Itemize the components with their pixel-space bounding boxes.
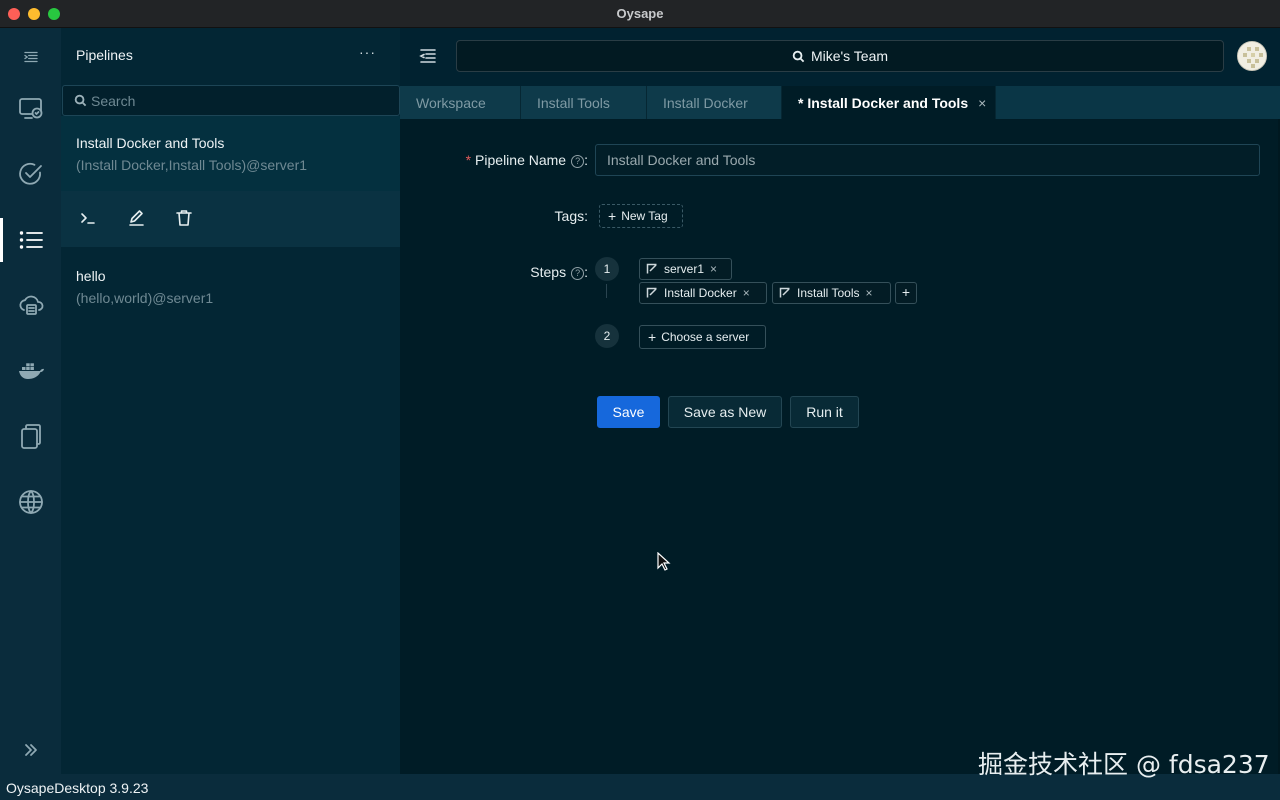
top-bar: Mike's Team bbox=[400, 28, 1280, 86]
mouse-cursor-icon bbox=[657, 552, 671, 571]
editor-tabs: Workspace Install Tools Install Docker *… bbox=[400, 86, 1280, 119]
tags-label: Tags: bbox=[554, 208, 588, 224]
pipeline-name-input[interactable] bbox=[595, 144, 1260, 176]
step-connector bbox=[606, 284, 607, 298]
rail-web[interactable] bbox=[0, 480, 61, 524]
remove-task-button[interactable]: × bbox=[865, 286, 872, 300]
menu-toggle-button[interactable] bbox=[418, 46, 438, 66]
docker-icon bbox=[18, 363, 44, 379]
rail-pipelines[interactable] bbox=[0, 218, 61, 262]
search-input[interactable] bbox=[91, 91, 381, 111]
save-button[interactable]: Save bbox=[597, 396, 660, 428]
remove-task-button[interactable]: × bbox=[743, 286, 750, 300]
rail-files[interactable] bbox=[0, 414, 61, 458]
run-button[interactable]: Run it bbox=[790, 396, 859, 428]
tab-label: Install Docker bbox=[663, 94, 748, 111]
tab-workspace[interactable]: Workspace bbox=[400, 86, 521, 119]
pipeline-actions-bar bbox=[61, 191, 400, 247]
server-chip[interactable]: server1 × bbox=[639, 258, 732, 280]
files-icon bbox=[20, 424, 41, 449]
new-tag-button[interactable]: + New Tag bbox=[599, 204, 683, 228]
tab-label: Workspace bbox=[416, 94, 486, 111]
task-check-icon bbox=[18, 162, 42, 185]
window-title-bar: Oysape bbox=[0, 0, 1280, 28]
plus-icon: + bbox=[608, 208, 617, 224]
server-link-icon bbox=[646, 263, 657, 274]
task-link-icon bbox=[779, 287, 790, 298]
search-box bbox=[62, 85, 400, 116]
tab-install-docker[interactable]: Install Docker bbox=[647, 86, 782, 119]
search-icon bbox=[74, 94, 87, 107]
help-icon[interactable]: ? bbox=[571, 267, 585, 280]
tab-install-tools[interactable]: Install Tools bbox=[521, 86, 647, 119]
pipeline-detail: (Install Docker,Install Tools)@server1 bbox=[76, 157, 308, 173]
plus-icon: + bbox=[648, 329, 657, 345]
step-number: 1 bbox=[595, 257, 619, 281]
delete-icon bbox=[176, 210, 192, 226]
panel-header: Pipelines ··· bbox=[61, 28, 400, 84]
main-content: Mike's Team Workspace Install Tools Inst… bbox=[400, 28, 1280, 774]
pipeline-name: hello bbox=[76, 268, 106, 284]
watermark: 掘金技术社区 @ fdsa237 bbox=[978, 750, 1270, 779]
tab-label: * Install Docker and Tools bbox=[798, 94, 969, 111]
step-number: 2 bbox=[595, 324, 619, 348]
pipeline-detail: (hello,world)@server1 bbox=[76, 290, 214, 306]
rail-servers[interactable] bbox=[0, 86, 61, 130]
delete-pipeline-button[interactable] bbox=[173, 207, 195, 229]
task-link-icon bbox=[646, 287, 657, 298]
help-icon[interactable]: ? bbox=[571, 155, 585, 168]
choose-server-button[interactable]: + Choose a server bbox=[639, 325, 766, 349]
expand-rail-button[interactable] bbox=[0, 728, 61, 772]
panel-title: Pipelines bbox=[76, 47, 133, 63]
tab-label: Install Tools bbox=[537, 94, 610, 111]
avatar-image bbox=[1238, 42, 1266, 70]
steps-label: Steps?: bbox=[530, 264, 588, 280]
save-as-new-button[interactable]: Save as New bbox=[668, 396, 782, 428]
run-in-terminal-button[interactable] bbox=[77, 207, 99, 229]
toggle-panel-icon bbox=[23, 51, 38, 63]
app-version: OysapeDesktop 3.9.23 bbox=[6, 780, 149, 796]
server-monitor-icon bbox=[18, 98, 42, 119]
team-name: Mike's Team bbox=[810, 48, 889, 64]
rail-tasks[interactable] bbox=[0, 152, 61, 196]
terminal-icon bbox=[81, 213, 95, 224]
activity-rail bbox=[0, 28, 61, 774]
pipeline-item[interactable]: hello (hello,world)@server1 bbox=[61, 247, 400, 317]
rail-docker[interactable] bbox=[0, 348, 61, 392]
add-task-button[interactable]: + bbox=[895, 282, 917, 304]
pipeline-name-label: * Pipeline Name?: bbox=[465, 152, 588, 168]
double-chevron-right-icon bbox=[24, 744, 37, 756]
cloud-server-icon bbox=[18, 295, 43, 315]
more-options-button[interactable]: ··· bbox=[359, 44, 376, 60]
globe-icon bbox=[18, 490, 43, 514]
task-chip[interactable]: Install Tools × bbox=[772, 282, 891, 304]
edit-pipeline-button[interactable] bbox=[125, 207, 147, 229]
remove-server-button[interactable]: × bbox=[710, 262, 717, 276]
pipeline-list-icon bbox=[19, 231, 43, 249]
task-chip[interactable]: Install Docker × bbox=[639, 282, 767, 304]
pipeline-name: Install Docker and Tools bbox=[76, 135, 225, 151]
rail-cloud[interactable] bbox=[0, 283, 61, 327]
pipelines-panel: Pipelines ··· Install Docker and Tools (… bbox=[61, 28, 400, 774]
window-title: Oysape bbox=[616, 6, 664, 21]
menu-fold-icon bbox=[419, 49, 436, 63]
tab-install-docker-and-tools[interactable]: * Install Docker and Tools × bbox=[782, 86, 996, 119]
tab-close-button[interactable]: × bbox=[978, 95, 986, 111]
search-icon bbox=[792, 50, 805, 62]
pipeline-item[interactable]: Install Docker and Tools (Install Docker… bbox=[61, 116, 400, 191]
avatar[interactable] bbox=[1237, 41, 1267, 71]
edit-icon bbox=[129, 210, 144, 226]
required-mark: * bbox=[465, 152, 472, 168]
toggle-panel-button[interactable] bbox=[0, 35, 61, 79]
team-selector[interactable]: Mike's Team bbox=[456, 40, 1224, 72]
